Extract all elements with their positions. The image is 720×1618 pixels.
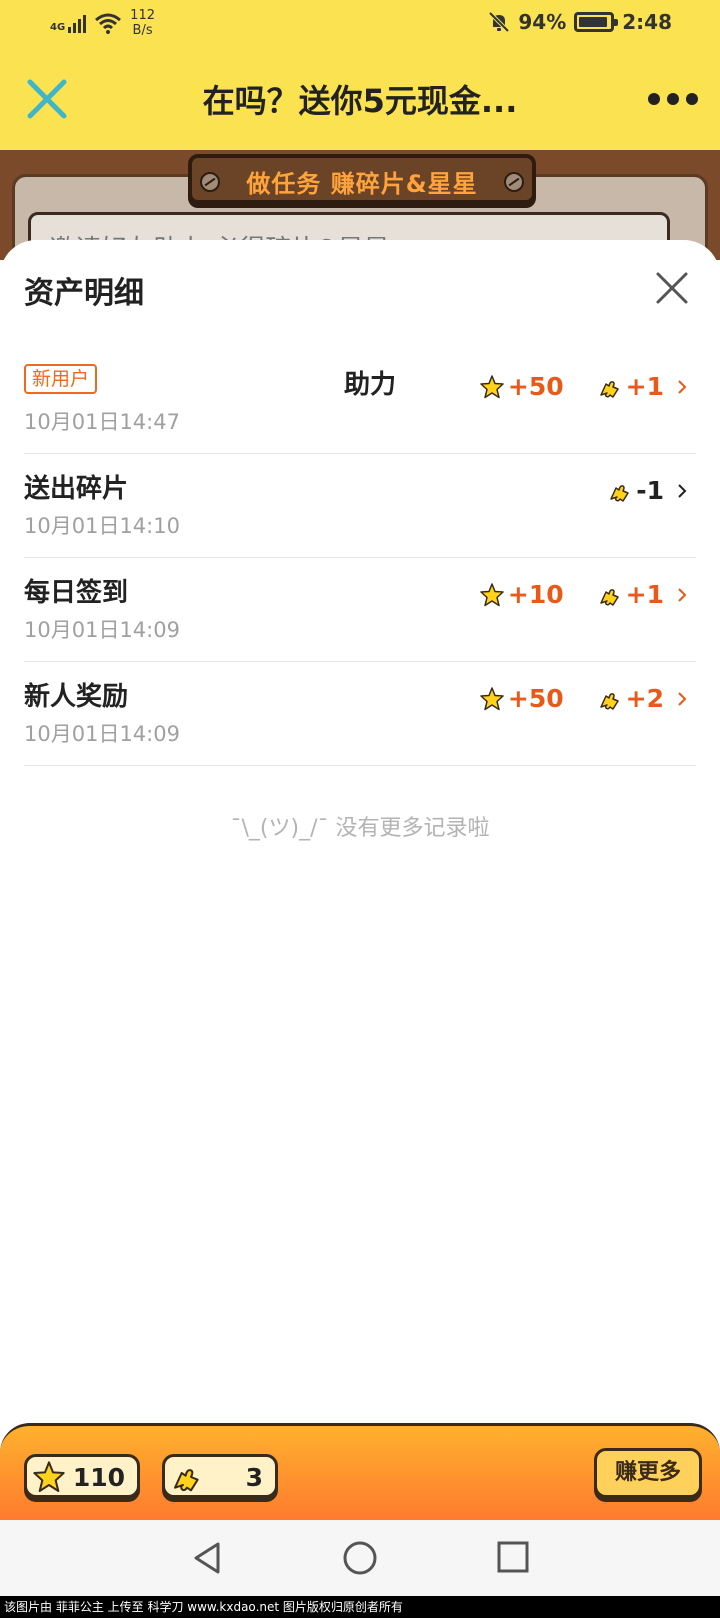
asset-detail-sheet: 资产明细 新用户 助力 10月01日14:47 +50 +1 送出碎片 10月0…: [0, 240, 720, 1423]
piece-amount-value: +1: [625, 580, 664, 609]
more-dots-icon[interactable]: [648, 86, 698, 112]
stars-total-value: 110: [72, 1463, 125, 1492]
network-speed-unit: B/s: [132, 23, 153, 38]
record-title: 新人奖励: [24, 682, 129, 712]
puzzle-piece-icon: [599, 588, 619, 606]
network-speed-value: 112: [130, 8, 155, 23]
puzzle-piece-icon: [610, 484, 629, 502]
watermark-text: 该图片由 菲菲公主 上传至 科学刀 www.kxdao.net 图片版权归原创者…: [0, 1596, 720, 1618]
list-item[interactable]: 新人奖励 10月01日14:09 +50 +2: [24, 662, 696, 766]
stars-total-pill: 110: [24, 1454, 140, 1498]
network-type: 4G: [50, 22, 66, 33]
sheet-title: 资产明细: [24, 276, 144, 311]
piece-amount-value: +1: [625, 372, 664, 401]
record-amounts: +50 +1: [480, 372, 688, 401]
puzzle-piece-icon: [599, 380, 619, 398]
puzzle-piece-icon: [599, 692, 619, 710]
pieces-total-pill: 3: [162, 1454, 278, 1498]
network-indicator: 4G: [50, 13, 87, 33]
title-bar: 在吗？送你5元现金...: [0, 48, 720, 150]
network-speed: 112 B/s: [130, 8, 155, 38]
no-more-records-text: ¯\_(ツ)_/¯ 没有更多记录啦: [230, 816, 490, 841]
app-screen: 4G 112 B/s 94% 2:48 在吗？送你5元现金... 做任务 赚碎片…: [0, 0, 720, 1618]
star-amount: +10: [480, 580, 564, 609]
piece-amount: -1: [608, 476, 664, 505]
star-amount-value: +50: [507, 684, 564, 713]
battery-percent: 94%: [518, 10, 567, 34]
recent-apps-square-icon[interactable]: [496, 1540, 530, 1574]
puzzle-piece-icon: [174, 1469, 199, 1492]
status-bar: 4G 112 B/s 94% 2:48: [0, 0, 720, 48]
piece-amount-value: -1: [636, 476, 664, 505]
star-icon: [480, 374, 504, 398]
chevron-right-icon: [678, 379, 687, 394]
chevron-right-icon: [678, 691, 687, 706]
star-amount: +50: [480, 684, 564, 713]
star-icon: [33, 1461, 65, 1492]
earn-more-button[interactable]: 赚更多: [594, 1448, 702, 1498]
record-time: 10月01日14:09: [24, 618, 180, 642]
wifi-icon: [95, 13, 122, 34]
signal-icon: [68, 13, 87, 33]
record-time: 10月01日14:10: [24, 514, 180, 538]
record-time: 10月01日14:47: [24, 410, 180, 434]
close-icon[interactable]: [22, 74, 72, 124]
star-amount-value: +10: [507, 580, 564, 609]
status-left: 4G 112 B/s: [50, 8, 155, 38]
piece-amount-value: +2: [625, 684, 664, 713]
task-banner: 做任务 赚碎片&星星: [188, 154, 536, 204]
record-amounts: +10 +1: [480, 580, 688, 609]
star-icon: [480, 686, 504, 710]
page-title: 在吗？送你5元现金...: [202, 82, 518, 120]
record-title: 每日签到: [24, 578, 129, 608]
chevron-right-icon: [678, 483, 687, 498]
task-banner-title: 做任务 赚碎片&星星: [246, 170, 478, 198]
status-right: 94% 2:48: [488, 10, 672, 34]
home-circle-icon[interactable]: [342, 1540, 378, 1576]
back-triangle-icon[interactable]: [190, 1540, 226, 1576]
record-amounts: -1: [608, 476, 688, 505]
list-item[interactable]: 送出碎片 10月01日14:10 -1: [24, 454, 696, 558]
battery-icon: [574, 12, 619, 32]
list-item[interactable]: 每日签到 10月01日14:09 +10 +1: [24, 558, 696, 662]
record-title: 助力: [344, 370, 397, 400]
piece-amount: +2: [598, 684, 664, 713]
piece-amount: +1: [598, 580, 664, 609]
star-icon: [480, 582, 504, 606]
close-icon[interactable]: [654, 270, 690, 306]
record-time: 10月01日14:09: [24, 722, 180, 746]
star-amount: +50: [480, 372, 564, 401]
record-title: 送出碎片: [24, 474, 129, 504]
clock: 2:48: [622, 10, 672, 34]
bolt-icon: [504, 172, 524, 192]
mute-bell-icon: [488, 11, 510, 33]
new-user-badge: 新用户: [24, 364, 98, 394]
list-item[interactable]: 新用户 助力 10月01日14:47 +50 +1: [24, 350, 696, 454]
system-nav-bar: [0, 1520, 720, 1596]
bottom-asset-bar: 110 3 赚更多: [0, 1423, 720, 1520]
star-amount-value: +50: [507, 372, 564, 401]
chevron-right-icon: [678, 587, 687, 602]
record-amounts: +50 +2: [480, 684, 688, 713]
pieces-total-value: 3: [245, 1463, 263, 1492]
piece-amount: +1: [598, 372, 664, 401]
